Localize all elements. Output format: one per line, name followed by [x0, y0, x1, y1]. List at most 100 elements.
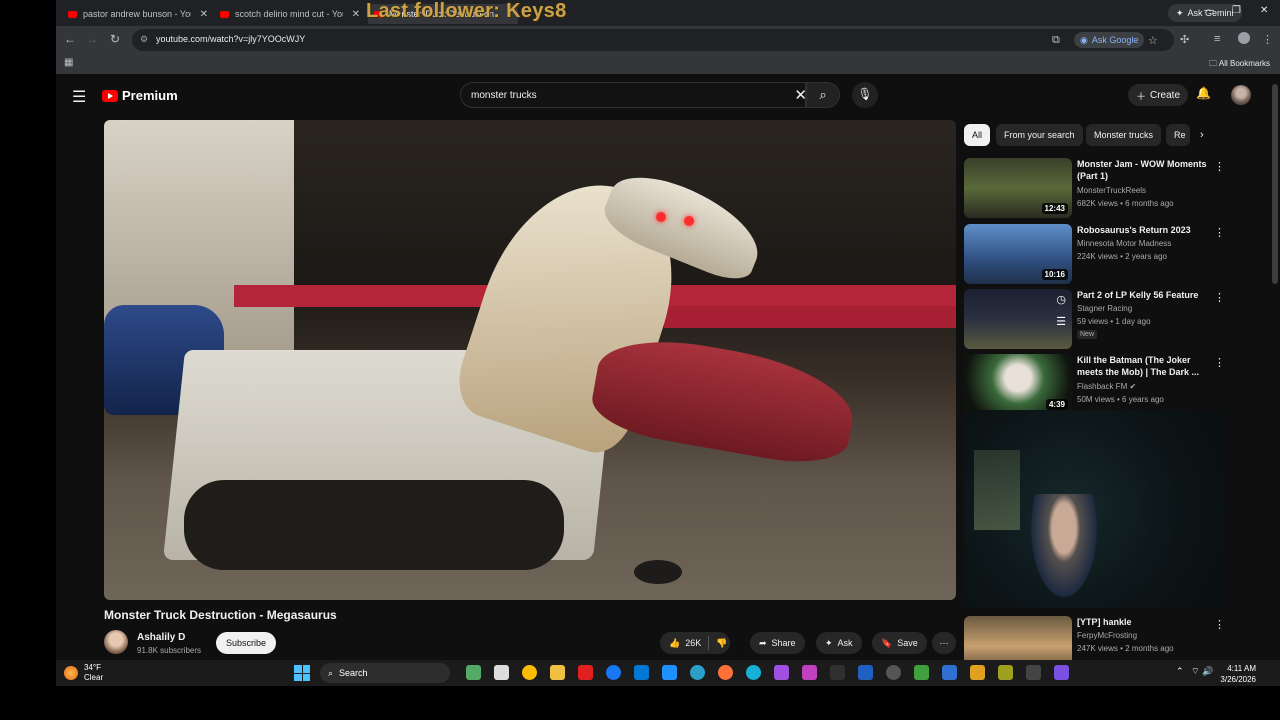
app-icon[interactable]	[662, 665, 677, 680]
chip-from-your-search[interactable]: From your search	[996, 124, 1083, 146]
video-thumbnail[interactable]: ◷ ☰	[964, 289, 1072, 349]
file-explorer-icon[interactable]	[494, 665, 509, 680]
chevron-up-icon[interactable]: ⌃	[1176, 666, 1184, 676]
minimize-icon[interactable]: —	[1204, 5, 1214, 16]
youtube-logo[interactable]: Premium	[102, 88, 178, 103]
restore-icon[interactable]: ❐	[1232, 5, 1241, 16]
back-icon[interactable]: ←	[62, 32, 78, 46]
hamburger-menu-icon[interactable]: ☰	[72, 87, 86, 107]
site-info-icon[interactable]: ⚙	[140, 34, 148, 45]
taskbar-search-box[interactable]: ⌕ Search	[320, 663, 450, 683]
bookmark-star-icon[interactable]: ☆	[1148, 34, 1158, 47]
forward-icon[interactable]: →	[84, 32, 100, 46]
reload-icon[interactable]: ↻	[107, 32, 123, 46]
recommendation-item[interactable]: ◷ ☰ Part 2 of LP Kelly 56 Feature Stagne…	[964, 289, 1226, 349]
discord-icon[interactable]	[1054, 665, 1069, 680]
app-icon[interactable]	[802, 665, 817, 680]
store-icon[interactable]	[634, 665, 649, 680]
recommendation-channel[interactable]: FerpyMcFrosting	[1077, 631, 1137, 640]
thumbs-up-icon[interactable]: 👍	[669, 638, 680, 649]
apps-grid-icon[interactable]: ▦	[64, 57, 73, 68]
chip-all[interactable]: All	[964, 124, 991, 146]
app-icon[interactable]	[858, 665, 873, 680]
browser-tab[interactable]: pastor andrew bunson - YouTube ✕	[62, 4, 212, 24]
add-to-queue-icon[interactable]: ☰	[1056, 315, 1066, 328]
recommendation-item[interactable]: 10:16 Robosaurus's Return 2023 Minnesota…	[964, 224, 1226, 284]
subscribe-button[interactable]: Subscribe	[216, 632, 277, 654]
close-icon[interactable]: ✕	[200, 9, 208, 20]
recommendation-item[interactable]: 12:43 Monster Jam - WOW Moments (Part 1)…	[964, 158, 1226, 218]
media-play-icon[interactable]	[1026, 665, 1041, 680]
youtube-app-icon[interactable]	[578, 665, 593, 680]
menu-kebab-icon[interactable]: ⋮	[1262, 33, 1273, 46]
share-button[interactable]: ➦ Share	[750, 632, 805, 654]
install-app-icon[interactable]: ⧉	[1052, 34, 1060, 47]
more-vertical-icon[interactable]: ⋮	[1214, 160, 1225, 173]
app-icon[interactable]	[970, 665, 985, 680]
recommendation-channel[interactable]: Minnesota Motor Madness	[1077, 239, 1171, 248]
recommendation-title[interactable]: Part 2 of LP Kelly 56 Feature	[1077, 289, 1207, 301]
address-bar[interactable]: ⚙ youtube.com/watch?v=jly7YOOcWJY ⧉ ◉ As…	[132, 29, 1174, 51]
edge-icon[interactable]	[690, 665, 705, 680]
recommendation-title[interactable]: [YTP] hankle	[1077, 616, 1207, 628]
recommendation-title[interactable]: Robosaurus's Return 2023	[1077, 224, 1207, 236]
recommendation-channel[interactable]: Flashback FM ✔	[1077, 382, 1136, 391]
video-thumbnail[interactable]: 10:16	[964, 224, 1072, 284]
video-thumbnail[interactable]: 12:43	[964, 158, 1072, 218]
recommendation-channel[interactable]: MonsterTruckReels	[1077, 186, 1146, 195]
recommendation-title[interactable]: Kill the Batman (The Joker meets the Mob…	[1077, 354, 1207, 378]
like-count[interactable]: 26K	[685, 638, 701, 648]
channel-avatar[interactable]	[104, 630, 128, 654]
recommendation-item[interactable]: [YTP] hankle FerpyMcFrosting 247K views …	[964, 616, 1226, 660]
messenger-icon[interactable]	[606, 665, 621, 680]
ask-google-button[interactable]: ◉ Ask Google	[1074, 32, 1145, 48]
app-icon[interactable]	[914, 665, 929, 680]
browser-tab[interactable]: scotch delirio mind cut - YouTube ✕	[214, 4, 364, 24]
page-scrollbar[interactable]	[1272, 84, 1278, 284]
more-vertical-icon[interactable]: ⋮	[1214, 356, 1225, 369]
close-icon[interactable]: ✕	[352, 9, 360, 20]
volume-icon[interactable]: 🔊	[1202, 666, 1213, 676]
voice-search-button[interactable]: 🎙	[852, 82, 878, 108]
profile-avatar[interactable]	[1238, 32, 1250, 44]
more-vertical-icon[interactable]: ⋮	[1214, 226, 1225, 239]
more-vertical-icon[interactable]: ⋮	[1214, 618, 1225, 631]
system-tray[interactable]: ⌃ ⌔ 🔊	[1176, 666, 1213, 677]
account-avatar[interactable]	[1231, 85, 1251, 105]
more-vertical-icon[interactable]: ⋮	[1214, 291, 1225, 304]
chevron-right-icon[interactable]: ›	[1200, 129, 1204, 141]
watch-later-icon[interactable]: ◷	[1056, 293, 1066, 306]
settings-icon[interactable]	[886, 665, 901, 680]
notifications-bell-icon[interactable]: 🔔	[1196, 86, 1211, 100]
search-input[interactable]: monster trucks ✕	[460, 82, 807, 108]
thumbs-down-icon[interactable]: 👎	[716, 638, 727, 649]
firefox-icon[interactable]	[718, 665, 733, 680]
recommendation-item[interactable]: 4:39 Kill the Batman (The Joker meets th…	[964, 354, 1226, 414]
task-view-icon[interactable]	[466, 665, 481, 680]
all-bookmarks-link[interactable]: 🗀 All Bookmarks	[1209, 58, 1270, 72]
app-icon[interactable]	[774, 665, 789, 680]
channel-name[interactable]: Ashalily D	[137, 632, 185, 643]
recommendation-channel[interactable]: Stagner Racing	[1077, 304, 1132, 313]
chrome-icon[interactable]	[522, 665, 537, 680]
video-thumbnail[interactable]	[964, 616, 1072, 660]
ask-button[interactable]: ✦ Ask	[816, 632, 862, 654]
taskbar-clock[interactable]: 4:11 AM 3/26/2026	[1220, 663, 1256, 685]
app-icon[interactable]	[998, 665, 1013, 680]
weather-widget[interactable]: 34°F Clear	[64, 663, 103, 683]
search-button[interactable]: ⌕	[806, 82, 840, 108]
windows-start-icon[interactable]	[294, 665, 310, 681]
chip-related[interactable]: Re	[1166, 124, 1190, 146]
more-actions-button[interactable]: ⋯	[932, 632, 956, 654]
create-button[interactable]: ＋ Create	[1128, 84, 1189, 106]
video-player[interactable]	[104, 120, 956, 600]
close-window-icon[interactable]: ✕	[1260, 5, 1268, 16]
chip-monster-trucks[interactable]: Monster trucks	[1086, 124, 1162, 146]
save-button[interactable]: 🔖 Save	[872, 632, 927, 654]
app-icon[interactable]	[942, 665, 957, 680]
app-icon[interactable]	[746, 665, 761, 680]
extensions-icon[interactable]: ✣	[1180, 33, 1189, 46]
media-control-icon[interactable]: ≡	[1214, 33, 1220, 45]
video-thumbnail[interactable]: 4:39	[964, 354, 1072, 414]
wifi-icon[interactable]: ⌔	[1191, 666, 1199, 676]
